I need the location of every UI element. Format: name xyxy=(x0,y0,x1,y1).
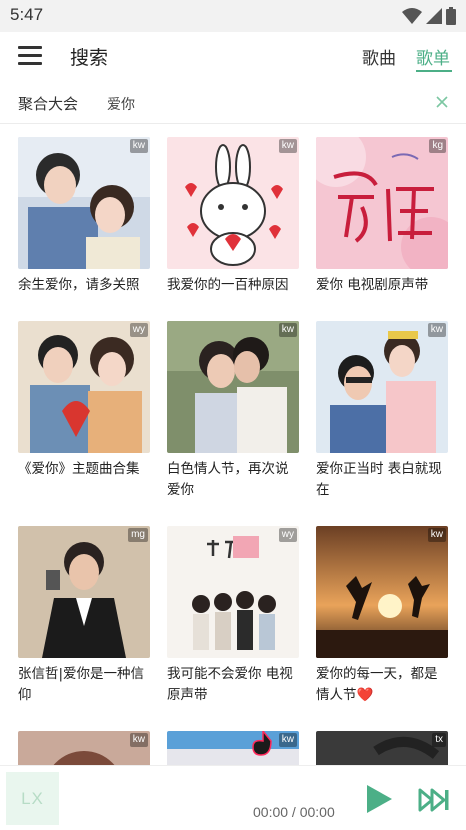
playlist-cover: wy xyxy=(167,526,299,658)
battery-icon xyxy=(446,7,456,25)
filter-bar: 聚合大会 爱你 xyxy=(0,82,466,124)
page-title: 搜索 xyxy=(70,47,109,69)
playlist-cover: kw xyxy=(167,321,299,453)
source-badge: tx xyxy=(432,733,446,747)
playlist-title: 余生爱你，请多关照 xyxy=(18,277,140,293)
playlist-title: 爱你 电视剧原声带 xyxy=(316,277,429,293)
source-selector[interactable]: 聚合大会 xyxy=(18,93,78,114)
playlist-card[interactable]: wy 我可能不会爱你 电视原声带 xyxy=(167,526,299,706)
playlist-cover: kw xyxy=(18,731,150,765)
playlist-grid: kw 余生爱你，请多关照 kw 我爱你的一百种原因 kg 爱你 电视剧原声带 w… xyxy=(0,125,466,765)
playlist-card[interactable]: kg 爱你 电视剧原声带 xyxy=(316,137,448,296)
playlist-title: 张信哲|爱你是一种信仰 xyxy=(18,666,145,703)
playlist-card[interactable]: kw 余生爱你，请多关照 xyxy=(18,137,150,296)
wifi-icon xyxy=(402,8,422,24)
playlist-title: 我爱你的一百种原因 xyxy=(167,277,289,293)
playlist-card[interactable]: kw 我爱你的一百种原因 xyxy=(167,137,299,296)
playlist-title: 我可能不会爱你 电视原声带 xyxy=(167,666,293,703)
tab-songs[interactable]: 歌曲 xyxy=(362,44,396,69)
playlist-cover: kw xyxy=(18,137,150,269)
menu-icon[interactable] xyxy=(18,46,42,66)
playlist-card[interactable]: kw xyxy=(18,731,150,765)
playlist-card[interactable]: tx xyxy=(316,731,448,765)
search-query[interactable]: 爱你 xyxy=(107,94,135,114)
source-badge: wy xyxy=(129,323,148,337)
playlist-card[interactable]: kw 爱你正当时 表白就现在 xyxy=(316,321,448,501)
playlist-title: 白色情人节，再次说爱你 xyxy=(167,461,289,498)
source-badge: kw xyxy=(427,323,446,337)
app-bar: 搜索 歌曲 歌单 xyxy=(0,32,466,82)
playlist-title: 《爱你》主题曲合集 xyxy=(18,461,140,477)
play-icon[interactable] xyxy=(364,784,394,814)
source-badge: wy xyxy=(278,528,297,542)
playlist-cover: kw xyxy=(316,526,448,658)
source-badge: kw xyxy=(278,139,297,153)
status-icons xyxy=(402,7,456,25)
playback-time: 00:00 / 00:00 xyxy=(253,804,335,820)
source-badge: kw xyxy=(278,323,297,337)
source-badge: mg xyxy=(128,528,148,542)
playlist-cover: mg xyxy=(18,526,150,658)
source-badge: kw xyxy=(427,528,446,542)
source-badge: kw xyxy=(129,139,148,153)
playlist-cover: kg xyxy=(316,137,448,269)
status-bar: 5:47 xyxy=(0,0,466,32)
playlist-cover: tx xyxy=(316,731,448,765)
player-cover[interactable]: LX xyxy=(6,772,59,825)
source-badge: kw xyxy=(278,733,297,747)
player-bar: LX 00:00 / 00:00 xyxy=(0,765,466,830)
playlist-card[interactable]: kw 爱你的每一天，都是情人节❤️ xyxy=(316,526,448,706)
playlist-cover: wy xyxy=(18,321,150,453)
signal-icon xyxy=(426,8,442,24)
playlist-card[interactable]: mg 张信哲|爱你是一种信仰 xyxy=(18,526,150,706)
playlist-card[interactable]: wy 《爱你》主题曲合集 xyxy=(18,321,150,480)
playlist-card[interactable]: kw xyxy=(167,731,299,765)
skip-next-icon[interactable] xyxy=(418,787,450,813)
source-badge: kg xyxy=(429,139,446,153)
playlist-title: 爱你正当时 表白就现在 xyxy=(316,461,442,498)
playlist-cover: kw xyxy=(167,137,299,269)
playlist-card[interactable]: kw 白色情人节，再次说爱你 xyxy=(167,321,299,501)
tab-indicator xyxy=(416,70,452,72)
source-badge: kw xyxy=(129,733,148,747)
playlist-cover: kw xyxy=(316,321,448,453)
status-time: 5:47 xyxy=(10,5,44,24)
playlist-title: 爱你的每一天，都是情人节❤️ xyxy=(316,666,438,703)
close-icon[interactable] xyxy=(434,94,450,110)
tab-playlists[interactable]: 歌单 xyxy=(416,44,450,69)
playlist-cover: kw xyxy=(167,731,299,765)
